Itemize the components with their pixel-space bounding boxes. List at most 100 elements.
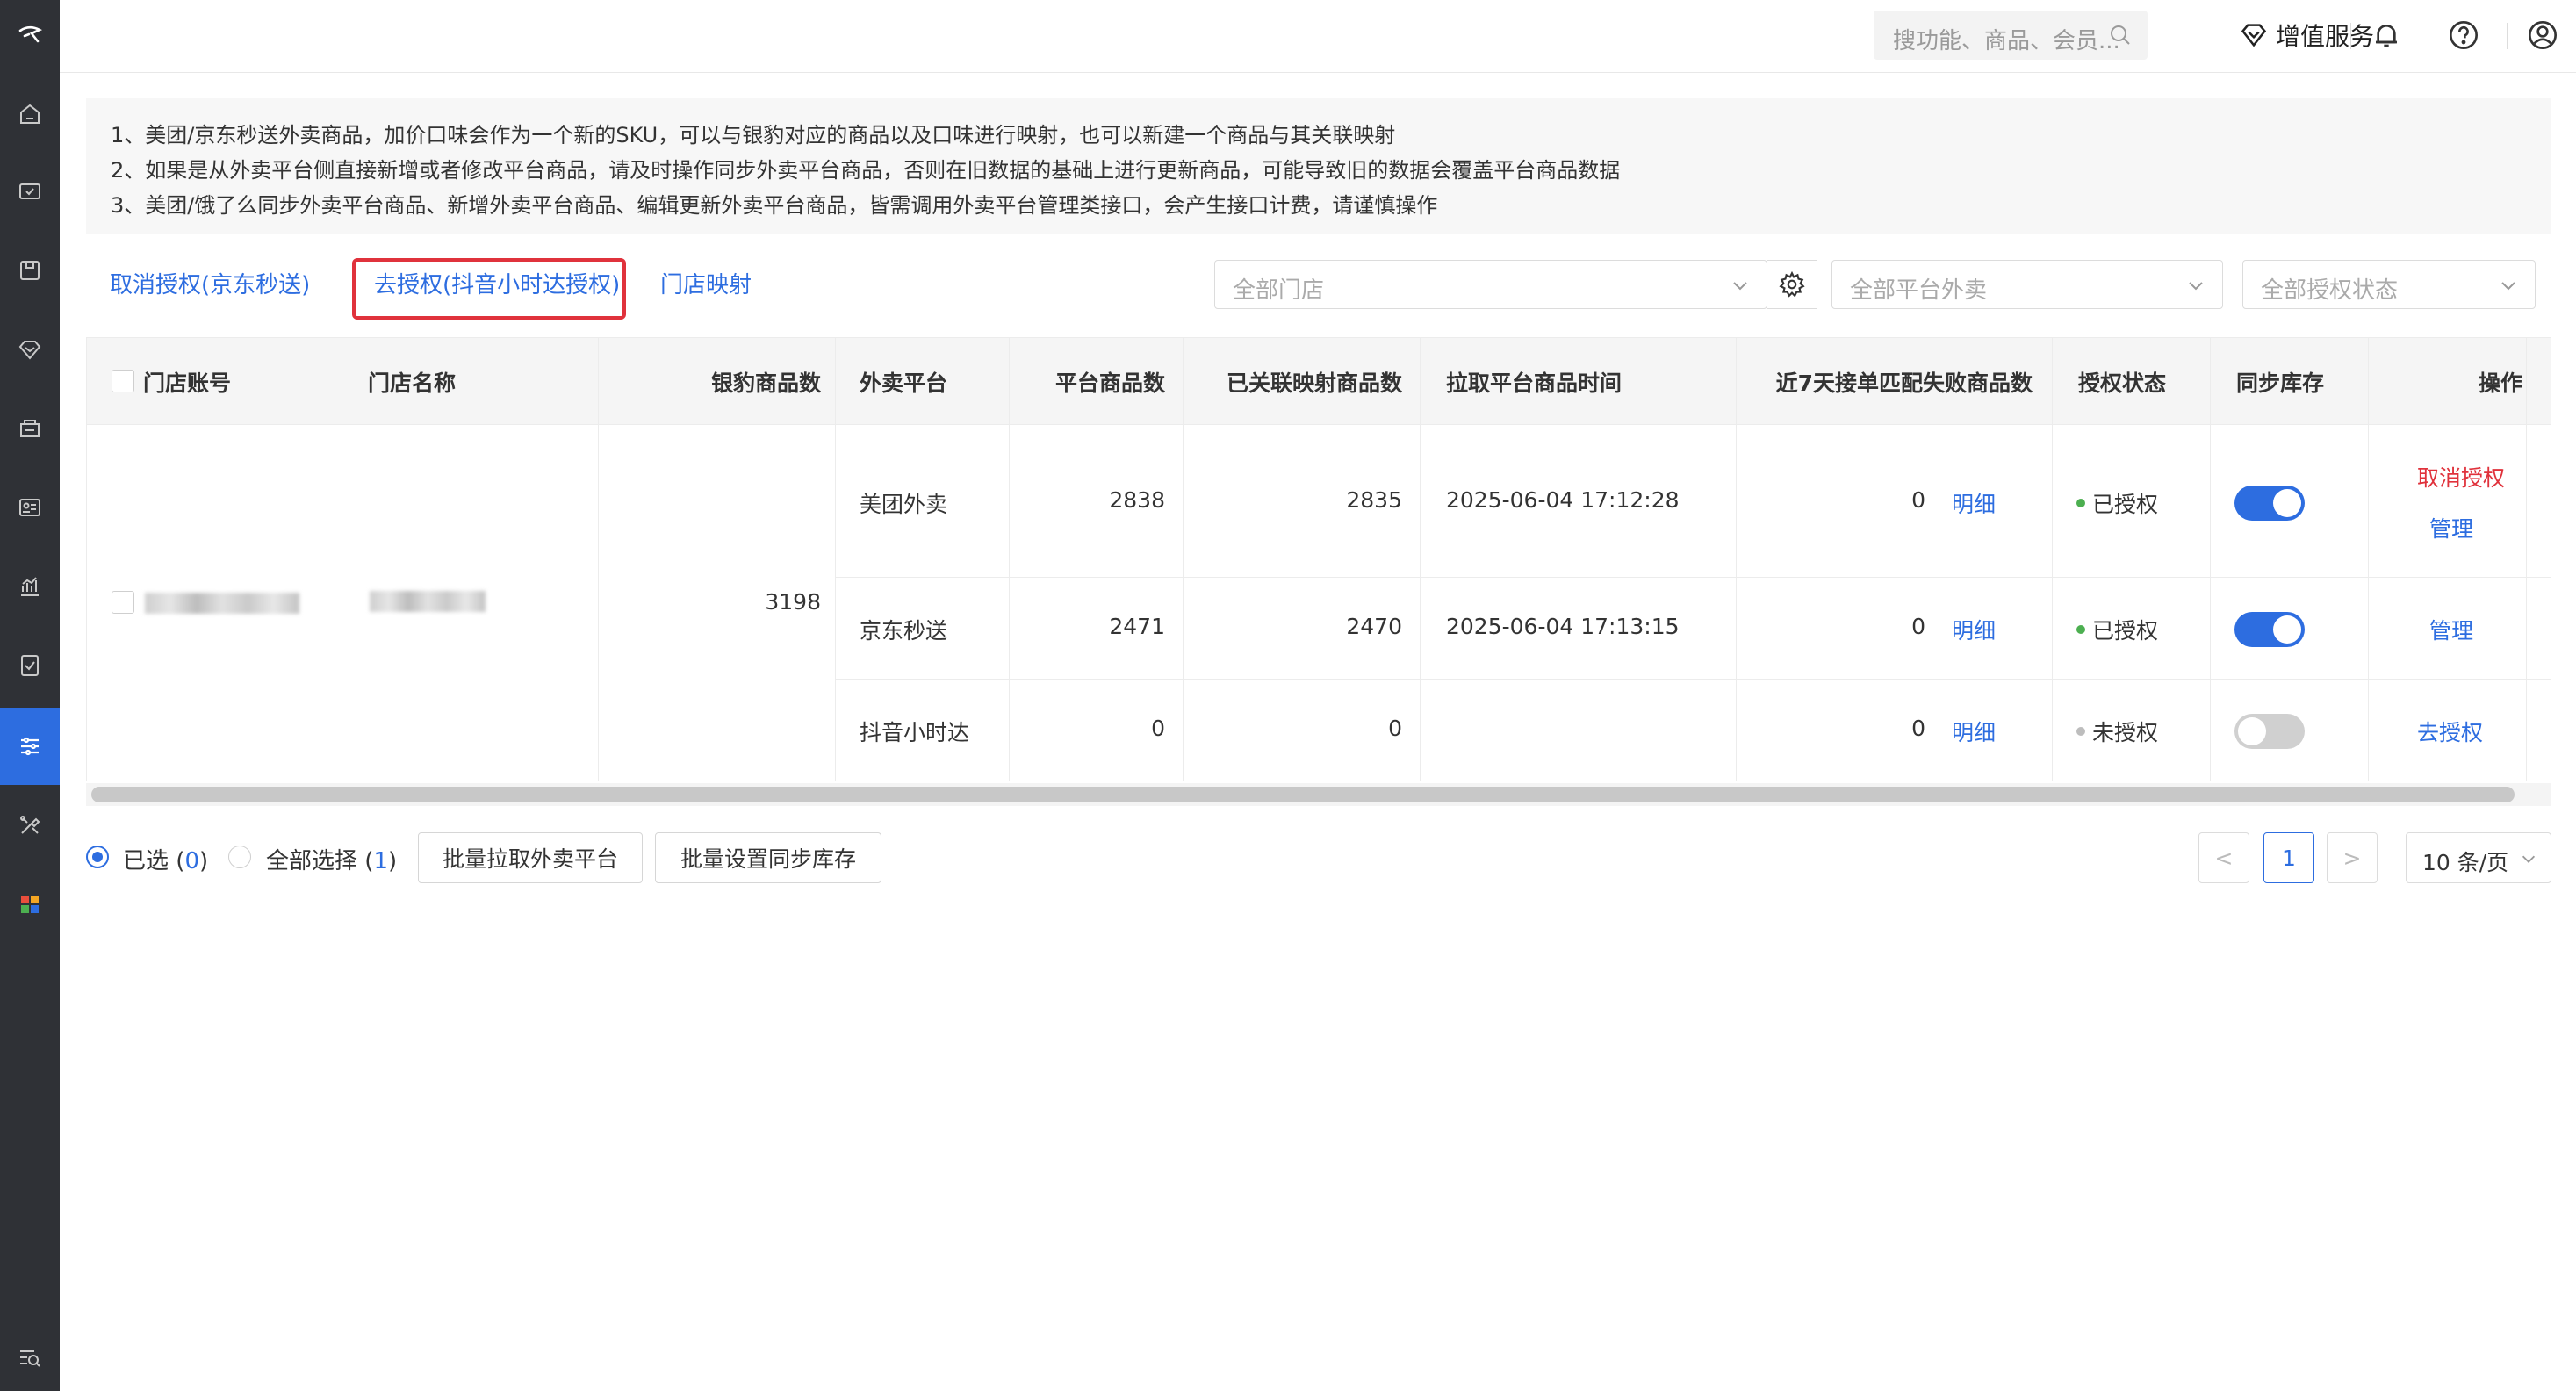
sync-stock-toggle[interactable] xyxy=(2234,612,2305,647)
divider xyxy=(2507,23,2508,49)
col-divider xyxy=(1009,338,1010,781)
platform-name: 美团外卖 xyxy=(860,492,948,517)
row-checkbox[interactable] xyxy=(112,591,134,614)
diamond-icon xyxy=(2241,24,2267,47)
col-divider xyxy=(2526,338,2527,781)
mapped-count: 2470 xyxy=(1346,614,1402,639)
mapped-count: 0 xyxy=(1388,716,1402,741)
col-divider xyxy=(598,338,599,781)
bell-icon[interactable] xyxy=(2369,18,2404,53)
store-select-value: 全部门店 xyxy=(1233,277,1325,304)
pull-time: 2025-06-04 17:12:28 xyxy=(1446,487,1680,513)
row-divider xyxy=(87,424,2551,425)
notice-line-1: 1、美团/京东秒送外卖商品，加价口味会作为一个新的SKU，可以与银豹对应的商品以… xyxy=(111,123,1396,148)
mapped-count: 2835 xyxy=(1346,487,1402,513)
status-dot xyxy=(2076,727,2085,736)
auth-status: 已授权 xyxy=(2076,487,2158,519)
auth-douyin-link[interactable]: 去授权(抖音小时达授权) xyxy=(374,267,620,299)
toggle-knob xyxy=(2273,489,2301,517)
col-divider xyxy=(2210,338,2211,781)
batch-pull-button[interactable]: 批量拉取外卖平台 xyxy=(418,832,643,883)
cancel-auth-button[interactable]: 取消授权 xyxy=(2417,461,2505,493)
header-store-name: 门店名称 xyxy=(368,371,457,396)
home-icon[interactable] xyxy=(0,76,60,153)
row-divider xyxy=(835,679,2551,680)
select-all-checkbox[interactable] xyxy=(112,370,134,392)
detail-link[interactable]: 明细 xyxy=(1952,614,1996,645)
logo-icon[interactable] xyxy=(0,0,60,70)
store-platform-table: 门店账号 门店名称 银豹商品数 外卖平台 平台商品数 已关联映射商品数 拉取平台… xyxy=(86,337,2551,781)
search-input[interactable]: 搜功能、商品、会员... xyxy=(1874,11,2148,60)
selected-radio[interactable] xyxy=(86,846,109,868)
manage-button[interactable]: 管理 xyxy=(2429,512,2473,543)
page-1-button[interactable]: 1 xyxy=(2263,832,2314,883)
report-icon[interactable] xyxy=(0,548,60,625)
store-account-redacted xyxy=(145,593,299,614)
platform-select-value: 全部平台外卖 xyxy=(1850,277,1988,304)
store-mapping-link[interactable]: 门店映射 xyxy=(660,267,752,299)
page-size-select[interactable]: 10 条/页 xyxy=(2406,832,2551,883)
detail-link[interactable]: 明细 xyxy=(1952,716,1996,747)
fail-count: 0 xyxy=(1911,716,1925,741)
help-icon[interactable] xyxy=(2446,18,2481,53)
manage-button[interactable]: 管理 xyxy=(2429,614,2473,645)
toggle-knob xyxy=(2238,717,2266,745)
col-divider xyxy=(1183,338,1184,781)
chevron-down-icon xyxy=(2189,282,2203,291)
value-added-service-button[interactable]: 增值服务 xyxy=(2239,16,2374,54)
platform-name: 京东秒送 xyxy=(860,618,948,644)
batch-sync-button[interactable]: 批量设置同步库存 xyxy=(655,832,881,883)
tools-icon[interactable] xyxy=(0,787,60,864)
search-icon xyxy=(2111,25,2130,45)
auth-status-label: 已授权 xyxy=(2092,492,2159,517)
sync-stock-toggle[interactable] xyxy=(2234,714,2305,749)
divider xyxy=(2350,23,2351,49)
notice-line-2: 2、如果是从外卖平台侧直接新增或者修改平台商品，请及时操作同步外卖平台商品，否则… xyxy=(111,158,1621,183)
status-dot xyxy=(2076,499,2085,507)
status-dot xyxy=(2076,625,2085,634)
auth-status-label: 已授权 xyxy=(2092,618,2159,644)
apps-icon[interactable] xyxy=(0,866,60,943)
select-all-label: 全部选择 xyxy=(266,848,358,874)
detail-link[interactable]: 明细 xyxy=(1952,487,1996,519)
selected-count: 0 xyxy=(184,848,199,874)
horizontal-scrollbar-thumb[interactable] xyxy=(91,787,2515,802)
inventory-icon[interactable] xyxy=(0,627,60,704)
chevron-down-icon xyxy=(1733,282,1747,291)
store-name-redacted xyxy=(370,591,486,612)
chevron-down-icon xyxy=(2501,282,2515,291)
auth-status-select-value: 全部授权状态 xyxy=(2261,277,2399,304)
fail-count: 0 xyxy=(1911,614,1925,639)
auth-status: 未授权 xyxy=(2076,716,2158,747)
next-page-button[interactable]: > xyxy=(2327,832,2378,883)
settings-sliders-icon[interactable] xyxy=(0,708,60,785)
platform-name: 抖音小时达 xyxy=(860,720,970,745)
header-store-account: 门店账号 xyxy=(143,371,232,396)
member-icon[interactable] xyxy=(0,311,60,388)
col-divider xyxy=(2368,338,2369,781)
authorize-button[interactable]: 去授权 xyxy=(2417,716,2483,747)
store-settings-button[interactable] xyxy=(1767,260,1817,309)
marketing-icon[interactable] xyxy=(0,390,60,467)
user-icon[interactable] xyxy=(2525,18,2560,53)
platform-count: 2471 xyxy=(1109,614,1165,639)
sync-stock-toggle[interactable] xyxy=(2234,486,2305,521)
header-fail-count: 近7天接单匹配失败商品数 xyxy=(1775,371,2033,396)
employee-icon[interactable] xyxy=(0,469,60,546)
chevron-down-icon xyxy=(2522,855,2536,863)
cancel-auth-jd-link[interactable]: 取消授权(京东秒送) xyxy=(110,267,310,299)
auth-status-select[interactable]: 全部授权状态 xyxy=(2242,260,2536,309)
store-select[interactable]: 全部门店 xyxy=(1214,260,1767,309)
auth-status: 已授权 xyxy=(2076,614,2158,645)
menu-search-icon[interactable] xyxy=(0,1319,60,1396)
notice-line-3: 3、美团/饿了么同步外卖平台商品、新增外卖平台商品、编辑更新外卖平台商品，皆需调… xyxy=(111,193,1438,218)
col-divider xyxy=(1420,338,1421,781)
notice-panel: 1、美团/京东秒送外卖商品，加价口味会作为一个新的SKU，可以与银豹对应的商品以… xyxy=(86,98,2551,234)
select-all-radio[interactable] xyxy=(228,846,251,868)
platform-select[interactable]: 全部平台外卖 xyxy=(1831,260,2223,309)
header-pull-time: 拉取平台商品时间 xyxy=(1446,371,1623,396)
product-icon[interactable] xyxy=(0,232,60,309)
cashier-icon[interactable] xyxy=(0,153,60,230)
prev-page-button[interactable]: < xyxy=(2198,832,2249,883)
fail-count: 0 xyxy=(1911,487,1925,513)
